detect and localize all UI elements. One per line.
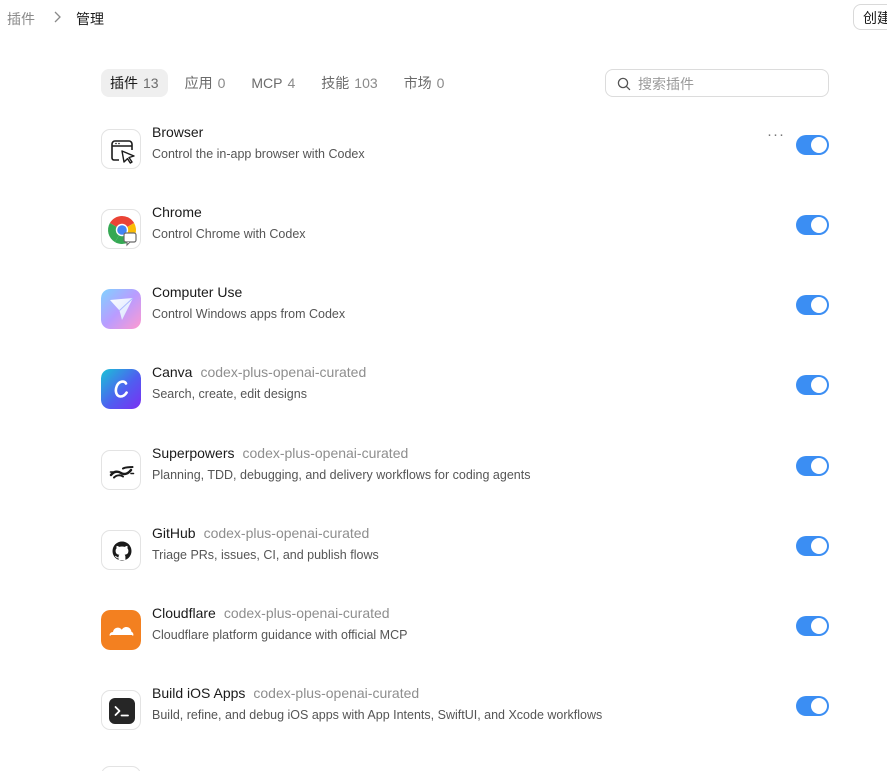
tab-count: 0 [217,75,226,91]
enable-toggle[interactable] [796,375,829,395]
tab-label: 技能 [321,75,350,91]
tab-skills[interactable]: 技能 103 [312,69,386,97]
plugin-title: Computer Use [152,284,242,300]
plugin-name[interactable]: Build iOS Apps [152,685,245,701]
list-item-github: GitHub codex-plus-openai-curated Triage P… [101,525,829,585]
tab-apps[interactable]: 应用 0 [176,69,235,97]
more-options-icon[interactable]: ··· [767,126,785,143]
plugin-title: Canva codex-plus-openai-curated [152,364,366,380]
plugin-title: Chrome [152,204,202,220]
search-box [605,69,829,97]
terminal-icon [101,690,141,730]
search-icon [617,77,631,91]
plugin-description: Triage PRs, issues, CI, and publish flow… [152,548,379,562]
plugin-description: Control Chrome with Codex [152,227,306,241]
tab-mcp[interactable]: MCP 4 [242,69,304,97]
list-item-browser: Browser Control the in-app browser with … [101,124,829,184]
plugin-title: Browser [152,124,203,140]
plugin-icon [101,766,141,771]
cloudflare-icon [101,610,141,650]
chrome-icon [101,209,141,249]
breadcrumb-current: 管理 [76,11,104,27]
plugin-source: codex-plus-openai-curated [223,605,390,621]
chevron-right-icon [54,11,61,23]
browser-cursor-icon [101,129,141,169]
search-input[interactable] [636,73,820,95]
plugin-source: codex-plus-openai-curated [203,525,370,541]
superpowers-icon [101,450,141,490]
tab-count: 13 [143,75,159,91]
plugin-description: Control the in-app browser with Codex [152,147,365,161]
list-item-chrome: Chrome Control Chrome with Codex [101,204,829,264]
toggle-knob [811,297,827,313]
plugin-name[interactable]: Superpowers [152,445,235,461]
plugin-description: Search, create, edit designs [152,387,307,401]
plugin-description: Build, refine, and debug iOS apps with A… [152,708,603,722]
tab-label: MCP [251,75,283,91]
enable-toggle[interactable] [796,135,829,155]
enable-toggle[interactable] [796,616,829,636]
canva-icon [101,369,141,409]
enable-toggle[interactable] [796,215,829,235]
list-item-build-ios-apps: Build iOS Apps codex-plus-openai-curated … [101,685,829,745]
create-button[interactable]: 创建 [853,4,887,30]
filter-tabs: 插件 13 应用 0 MCP 4 技能 103 市场 0 [101,69,461,97]
plugin-description: Control Windows apps from Codex [152,307,346,321]
plugin-title: Build iOS Apps codex-plus-openai-curated [152,685,419,701]
toggle-knob [811,217,827,233]
tab-plugins[interactable]: 插件 13 [101,69,168,97]
toggle-knob [811,377,827,393]
enable-toggle[interactable] [796,536,829,556]
github-icon [101,530,141,570]
tab-label: 应用 [184,75,213,91]
plugin-source: codex-plus-openai-curated [200,364,367,380]
enable-toggle[interactable] [796,295,829,315]
tab-label: 插件 [110,75,138,91]
toggle-knob [811,698,827,714]
list-item-canva: Canva codex-plus-openai-curated Search, c… [101,364,829,424]
list-item-superpowers: Superpowers codex-plus-openai-curated Pla… [101,445,829,505]
tab-label: 市场 [403,75,432,91]
tab-count: 103 [354,75,378,91]
list-item-computer-use: Computer Use Control Windows apps from C… [101,284,829,344]
plugin-name[interactable]: Canva [152,364,192,380]
toggle-knob [811,137,827,153]
plugin-title: Cloudflare codex-plus-openai-curated [152,605,390,621]
plugin-description: Planning, TDD, debugging, and delivery w… [152,468,531,482]
tab-count: 4 [287,75,296,91]
list-item-cloudflare: Cloudflare codex-plus-openai-curated Clou… [101,605,829,665]
plugin-name[interactable]: GitHub [152,525,196,541]
plugin-name[interactable]: Computer Use [152,284,242,300]
tab-count: 0 [436,75,445,91]
toggle-knob [811,618,827,634]
toggle-knob [811,538,827,554]
top-bar: 插件 管理 创建 [0,0,887,36]
plugin-source: codex-plus-openai-curated [253,685,420,701]
enable-toggle[interactable] [796,696,829,716]
plugin-name[interactable]: Browser [152,124,203,140]
plugin-name[interactable]: Chrome [152,204,202,220]
plugin-title: Superpowers codex-plus-openai-curated [152,445,408,461]
enable-toggle[interactable] [796,456,829,476]
toggle-knob [811,458,827,474]
computer-use-icon [101,289,141,329]
plugin-name[interactable]: Cloudflare [152,605,216,621]
plugin-title: GitHub codex-plus-openai-curated [152,525,369,541]
plugin-source: codex-plus-openai-curated [242,445,409,461]
list-item-partial [101,765,829,771]
plugin-description: Cloudflare platform guidance with offici… [152,628,408,642]
tab-market[interactable]: 市场 0 [395,69,454,97]
breadcrumb-root[interactable]: 插件 [7,9,35,29]
